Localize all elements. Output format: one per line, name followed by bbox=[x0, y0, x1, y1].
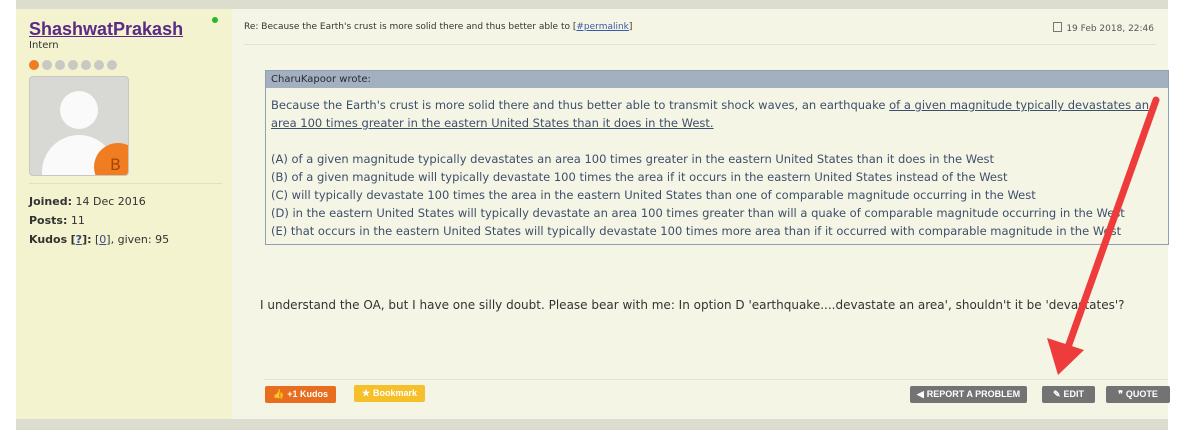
annotation-arrow-icon bbox=[1047, 96, 1160, 375]
